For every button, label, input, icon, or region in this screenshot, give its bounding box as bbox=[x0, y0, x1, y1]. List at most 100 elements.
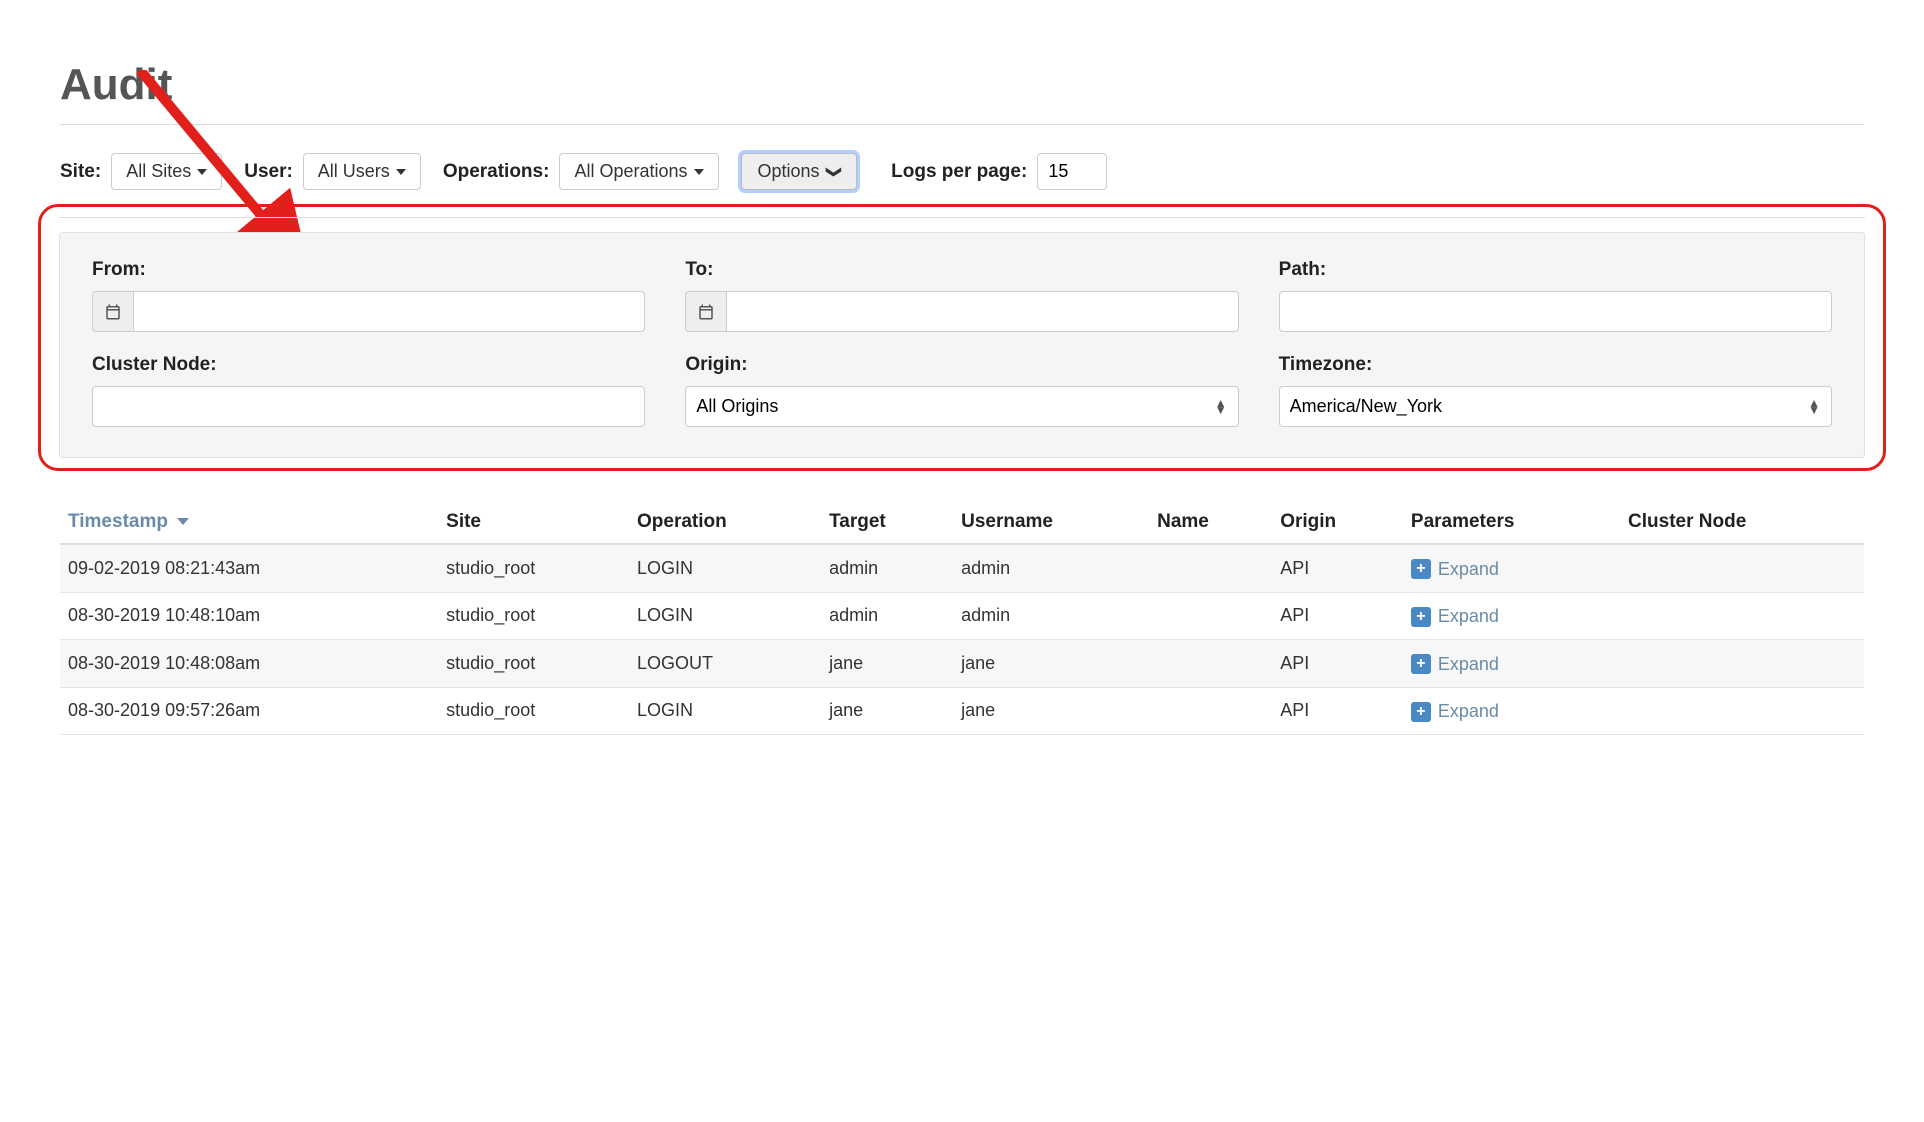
options-highlight: From: To: bbox=[38, 204, 1886, 471]
col-target[interactable]: Target bbox=[821, 501, 953, 544]
expand-button[interactable]: + Expand bbox=[1411, 654, 1499, 675]
operations-dropdown[interactable]: All Operations bbox=[559, 153, 718, 190]
path-label: Path: bbox=[1279, 259, 1832, 281]
operations-dropdown-value: All Operations bbox=[574, 161, 687, 182]
cell-parameters: + Expand bbox=[1403, 687, 1620, 735]
expand-label: Expand bbox=[1438, 701, 1499, 722]
cell-cluster-node bbox=[1620, 544, 1864, 592]
cell-operation: LOGOUT bbox=[629, 640, 821, 688]
title-divider bbox=[60, 124, 1864, 125]
caret-down-icon bbox=[396, 169, 406, 175]
cell-username: jane bbox=[953, 687, 1149, 735]
col-timestamp-label: Timestamp bbox=[68, 511, 168, 532]
audit-table: Timestamp Site Operation Target Username… bbox=[60, 501, 1864, 735]
cell-name bbox=[1149, 687, 1272, 735]
from-input[interactable] bbox=[133, 291, 646, 332]
cell-site: studio_root bbox=[438, 544, 629, 592]
calendar-icon[interactable] bbox=[685, 291, 726, 332]
cell-cluster-node bbox=[1620, 687, 1864, 735]
cell-timestamp: 08-30-2019 09:57:26am bbox=[60, 687, 438, 735]
timezone-select[interactable] bbox=[1279, 386, 1832, 427]
cell-site: studio_root bbox=[438, 640, 629, 688]
col-cluster-node[interactable]: Cluster Node bbox=[1620, 501, 1864, 544]
expand-button[interactable]: + Expand bbox=[1411, 606, 1499, 627]
caret-down-icon bbox=[197, 169, 207, 175]
expand-label: Expand bbox=[1438, 654, 1499, 675]
cell-username: admin bbox=[953, 592, 1149, 640]
cell-origin: API bbox=[1272, 687, 1403, 735]
options-button-label: Options bbox=[758, 161, 820, 182]
table-row: 08-30-2019 10:48:10amstudio_rootLOGINadm… bbox=[60, 592, 1864, 640]
from-label: From: bbox=[92, 259, 645, 281]
plus-icon: + bbox=[1411, 654, 1431, 674]
cluster-node-input[interactable] bbox=[92, 386, 645, 427]
cell-cluster-node bbox=[1620, 640, 1864, 688]
user-label: User: bbox=[244, 161, 293, 183]
sort-desc-icon bbox=[177, 518, 189, 525]
to-input[interactable] bbox=[726, 291, 1239, 332]
to-field: To: bbox=[685, 259, 1238, 332]
expand-label: Expand bbox=[1438, 606, 1499, 627]
cell-parameters: + Expand bbox=[1403, 544, 1620, 592]
expand-label: Expand bbox=[1438, 559, 1499, 580]
col-parameters[interactable]: Parameters bbox=[1403, 501, 1620, 544]
cell-cluster-node bbox=[1620, 592, 1864, 640]
path-field: Path: bbox=[1279, 259, 1832, 332]
origin-select[interactable] bbox=[685, 386, 1238, 427]
logs-per-page-input[interactable] bbox=[1037, 153, 1107, 190]
plus-icon: + bbox=[1411, 607, 1431, 627]
to-label: To: bbox=[685, 259, 1238, 281]
cell-operation: LOGIN bbox=[629, 544, 821, 592]
cluster-node-field: Cluster Node: bbox=[92, 354, 645, 427]
col-username[interactable]: Username bbox=[953, 501, 1149, 544]
cell-username: admin bbox=[953, 544, 1149, 592]
site-label: Site: bbox=[60, 161, 101, 183]
cell-target: admin bbox=[821, 592, 953, 640]
options-panel: From: To: bbox=[59, 232, 1865, 458]
cell-username: jane bbox=[953, 640, 1149, 688]
path-input[interactable] bbox=[1279, 291, 1832, 332]
user-dropdown[interactable]: All Users bbox=[303, 153, 421, 190]
panel-top-divider bbox=[59, 217, 1865, 218]
timezone-label: Timezone: bbox=[1279, 354, 1832, 376]
options-button[interactable]: Options ❯ bbox=[741, 153, 858, 190]
col-site[interactable]: Site bbox=[438, 501, 629, 544]
cell-timestamp: 08-30-2019 10:48:10am bbox=[60, 592, 438, 640]
cell-name bbox=[1149, 592, 1272, 640]
cell-operation: LOGIN bbox=[629, 592, 821, 640]
cell-site: studio_root bbox=[438, 687, 629, 735]
page-title: Audit bbox=[60, 60, 1864, 110]
plus-icon: + bbox=[1411, 702, 1431, 722]
cell-parameters: + Expand bbox=[1403, 640, 1620, 688]
col-name[interactable]: Name bbox=[1149, 501, 1272, 544]
expand-button[interactable]: + Expand bbox=[1411, 701, 1499, 722]
cell-site: studio_root bbox=[438, 592, 629, 640]
col-timestamp[interactable]: Timestamp bbox=[60, 501, 438, 544]
caret-down-icon bbox=[694, 169, 704, 175]
expand-button[interactable]: + Expand bbox=[1411, 559, 1499, 580]
site-dropdown[interactable]: All Sites bbox=[111, 153, 222, 190]
operations-label: Operations: bbox=[443, 161, 550, 183]
col-origin[interactable]: Origin bbox=[1272, 501, 1403, 544]
cell-target: admin bbox=[821, 544, 953, 592]
cell-parameters: + Expand bbox=[1403, 592, 1620, 640]
cluster-node-label: Cluster Node: bbox=[92, 354, 645, 376]
origin-field: Origin: ▲▼ bbox=[685, 354, 1238, 427]
logs-per-page-label: Logs per page: bbox=[891, 161, 1027, 183]
cell-origin: API bbox=[1272, 592, 1403, 640]
cell-target: jane bbox=[821, 687, 953, 735]
table-row: 09-02-2019 08:21:43amstudio_rootLOGINadm… bbox=[60, 544, 1864, 592]
cell-timestamp: 09-02-2019 08:21:43am bbox=[60, 544, 438, 592]
col-operation[interactable]: Operation bbox=[629, 501, 821, 544]
calendar-icon[interactable] bbox=[92, 291, 133, 332]
cell-origin: API bbox=[1272, 544, 1403, 592]
table-row: 08-30-2019 09:57:26amstudio_rootLOGINjan… bbox=[60, 687, 1864, 735]
cell-name bbox=[1149, 544, 1272, 592]
plus-icon: + bbox=[1411, 559, 1431, 579]
cell-timestamp: 08-30-2019 10:48:08am bbox=[60, 640, 438, 688]
cell-target: jane bbox=[821, 640, 953, 688]
user-dropdown-value: All Users bbox=[318, 161, 390, 182]
cell-origin: API bbox=[1272, 640, 1403, 688]
filter-row: Site: All Sites User: All Users Operatio… bbox=[60, 153, 1864, 190]
from-field: From: bbox=[92, 259, 645, 332]
